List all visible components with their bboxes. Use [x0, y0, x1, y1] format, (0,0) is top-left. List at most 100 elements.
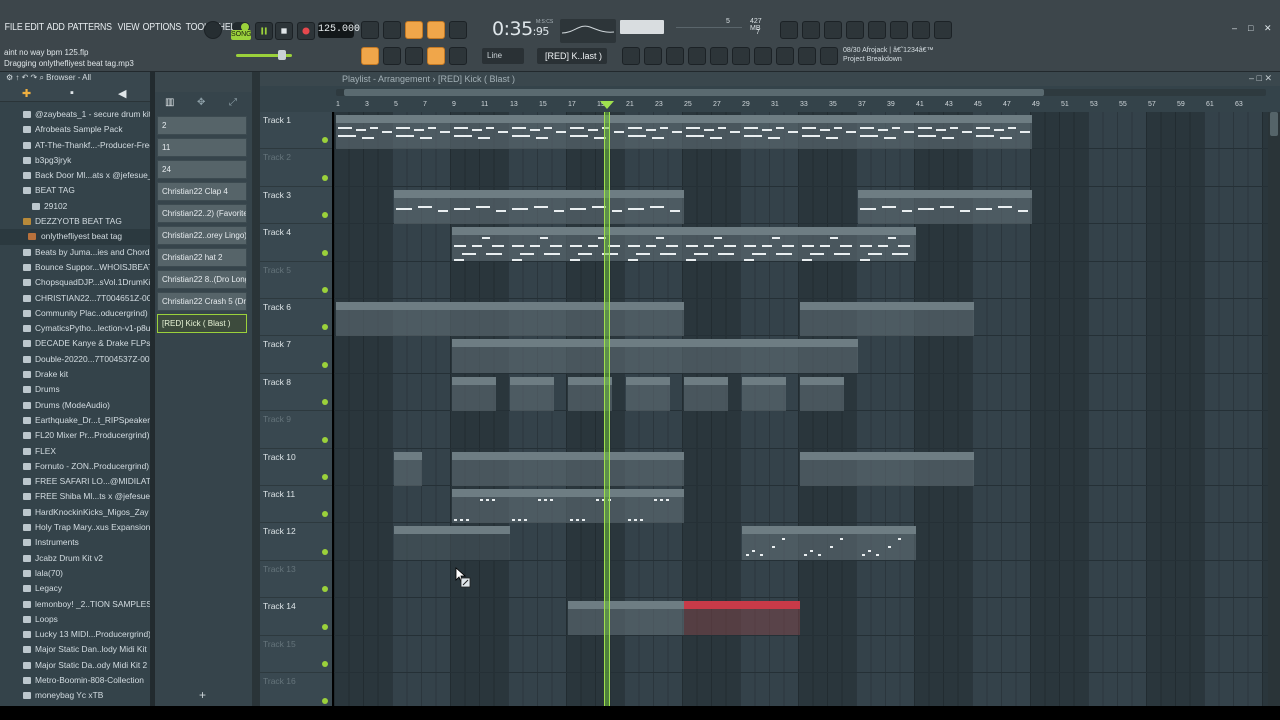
- playhead-marker[interactable]: [600, 101, 614, 109]
- pattern-clip[interactable]: 24: [510, 227, 568, 262]
- track-header[interactable]: Track 8: [260, 374, 332, 412]
- arrow-right-icon[interactable]: [383, 47, 401, 65]
- pattern-clip[interactable]: 11: [974, 189, 1032, 224]
- browser-item[interactable]: Back Door Ml...ats x @jefesue_: [0, 168, 150, 183]
- pattern-clip[interactable]: Chris..ngo: [452, 376, 496, 411]
- pattern-clip[interactable]: Christia..Long: [742, 526, 800, 561]
- countdown-icon[interactable]: [383, 21, 401, 39]
- pattern-clip[interactable]: Chris..ngo: [800, 376, 844, 411]
- pattern-clip[interactable]: [RED] Ki..Blast: [568, 601, 626, 636]
- pattern-clip[interactable]: 2: [684, 115, 742, 149]
- playlist-icon[interactable]: [361, 47, 379, 65]
- pattern-clip[interactable]: Christia..Long: [452, 489, 510, 523]
- browser-item[interactable]: Instruments: [0, 535, 150, 550]
- browser-item[interactable]: Double-20220...7T004537Z-001: [0, 352, 150, 367]
- browser-item[interactable]: Drake kit: [0, 367, 150, 382]
- track-mute-icon[interactable]: [322, 286, 328, 293]
- pattern-clip[interactable]: Christia..avorite: [510, 339, 568, 374]
- add-pattern-icon[interactable]: [622, 47, 640, 65]
- track-mute-icon[interactable]: [322, 137, 328, 144]
- track-mute-icon[interactable]: [322, 548, 328, 555]
- step-edit-icon[interactable]: [449, 21, 467, 39]
- track-header[interactable]: Track 16: [260, 673, 332, 711]
- pattern-clip[interactable]: Chris..ngo: [626, 376, 670, 411]
- pattern-clip[interactable]: 11: [452, 189, 510, 224]
- track-header[interactable]: Track 1: [260, 112, 332, 150]
- track-mute-icon[interactable]: [322, 212, 328, 219]
- pattern-clip[interactable]: Christia..Long: [800, 526, 858, 561]
- pattern-clip[interactable]: Christia..avorite: [742, 339, 800, 374]
- maximize-icon[interactable]: □: [1248, 24, 1258, 33]
- pattern-clip[interactable]: 2: [394, 115, 452, 149]
- record-button[interactable]: [297, 22, 315, 40]
- vertical-scrollbar[interactable]: [1268, 112, 1280, 706]
- move-icon[interactable]: ✥: [197, 97, 205, 108]
- stamp-icon[interactable]: [449, 47, 467, 65]
- pattern-clip[interactable]: Christi..22 hat 2: [510, 451, 568, 486]
- tempo-tap-icon[interactable]: [776, 47, 794, 65]
- picker-scrollbar[interactable]: [252, 72, 260, 706]
- pattern-clip[interactable]: Chr..2: [394, 451, 422, 486]
- add-icon[interactable]: +: [199, 688, 206, 702]
- browser-item[interactable]: BEAT TAG: [0, 183, 150, 198]
- pattern-clip[interactable]: Christia..Clap 4: [510, 302, 568, 336]
- pattern-clip[interactable]: Christi..22 hat 2: [858, 451, 916, 486]
- track-mute-icon[interactable]: [322, 473, 328, 480]
- track-mute-icon[interactable]: [322, 324, 328, 331]
- pattern-clip[interactable]: 2: [452, 115, 510, 149]
- zoom-icon[interactable]: ⤢: [229, 97, 237, 108]
- browser-item[interactable]: FL20 Mixer Pr...Producergrind): [0, 428, 150, 443]
- browser-item[interactable]: ChopsquadDJP...sVol.1DrumKit: [0, 275, 150, 290]
- browser-item[interactable]: HardKnockinKicks_Migos_Zay: [0, 505, 150, 520]
- track-header[interactable]: Track 10: [260, 449, 332, 486]
- pattern-snap-icon[interactable]: [361, 21, 379, 39]
- pattern-clip[interactable]: Christia..avorite: [626, 339, 684, 374]
- picker-pattern[interactable]: Christian22 Crash 5 (Dro: [157, 292, 247, 311]
- metronome-knob-icon[interactable]: [204, 21, 222, 39]
- picker-pattern[interactable]: Christian22 hat 2: [157, 248, 247, 267]
- loop-record-icon[interactable]: [427, 21, 445, 39]
- browser-item[interactable]: DEZZYOTB BEAT TAG: [0, 214, 150, 229]
- track-header[interactable]: Track 15: [260, 636, 332, 673]
- picker-pattern[interactable]: [RED] Kick ( Blast ): [157, 314, 247, 333]
- pattern-clip[interactable]: Christia..Clap 4: [626, 302, 684, 336]
- pattern-clip[interactable]: Chris..ngo: [742, 376, 786, 411]
- mixer-routing-icon[interactable]: [798, 47, 816, 65]
- pattern-clip[interactable]: Christia..Long: [452, 526, 510, 561]
- browser-window-icon[interactable]: [732, 47, 750, 65]
- pattern-clip[interactable]: Chris..ngo: [684, 376, 728, 411]
- pattern-clip[interactable]: 11: [394, 189, 452, 224]
- browser-item[interactable]: CHRISTIAN22...7T004651Z-001: [0, 291, 150, 306]
- track-header[interactable]: Track 14: [260, 598, 332, 636]
- mixer-window-icon[interactable]: [688, 47, 706, 65]
- pattern-clip[interactable]: Christia..avorite: [684, 339, 742, 374]
- browser-item[interactable]: Lucky 13 MIDI...Producergrind): [0, 627, 150, 642]
- pattern-clip[interactable]: 2: [916, 115, 974, 149]
- pattern-clip[interactable]: Christia..Clap 4: [916, 302, 974, 336]
- blend-recording-icon[interactable]: [405, 21, 423, 39]
- pattern-clip[interactable]: 2: [626, 115, 684, 149]
- picker-pattern[interactable]: 2: [157, 116, 247, 135]
- master-pitch-handle[interactable]: [278, 50, 286, 60]
- browser-item[interactable]: FLEX: [0, 444, 150, 459]
- pattern-clip[interactable]: 2: [742, 115, 800, 149]
- pattern-clip[interactable]: Christia..Clap 4: [568, 302, 626, 336]
- pattern-clip[interactable]: 2: [568, 115, 626, 149]
- browser-item[interactable]: Holy Trap Mary..xus Expansion: [0, 520, 150, 535]
- track-mute-icon[interactable]: [322, 698, 328, 705]
- channel-rack-icon[interactable]: [710, 47, 728, 65]
- browser-item[interactable]: @zaybeats_1 - secure drum kit: [0, 107, 150, 122]
- pattern-clip[interactable]: 24: [742, 227, 800, 262]
- menu-view[interactable]: VIEW: [115, 22, 142, 36]
- browser-item[interactable]: Earthquake_Dr...t_RIPSpeakers: [0, 413, 150, 428]
- pause-button[interactable]: [255, 22, 273, 40]
- save-icon[interactable]: [868, 21, 886, 39]
- browser-item[interactable]: Drums (ModeAudio): [0, 398, 150, 413]
- pattern-clip[interactable]: Christi..22 hat 2: [452, 451, 510, 486]
- pattern-clip[interactable]: 11: [510, 189, 568, 224]
- track-header[interactable]: Track 9: [260, 411, 332, 449]
- master-volume-slider[interactable]: [620, 20, 664, 34]
- pattern-clip[interactable]: 24: [858, 227, 916, 262]
- pattern-clip[interactable]: Christi..22 hat 2: [626, 451, 684, 486]
- picker-pattern[interactable]: Christian22 Clap 4: [157, 182, 247, 201]
